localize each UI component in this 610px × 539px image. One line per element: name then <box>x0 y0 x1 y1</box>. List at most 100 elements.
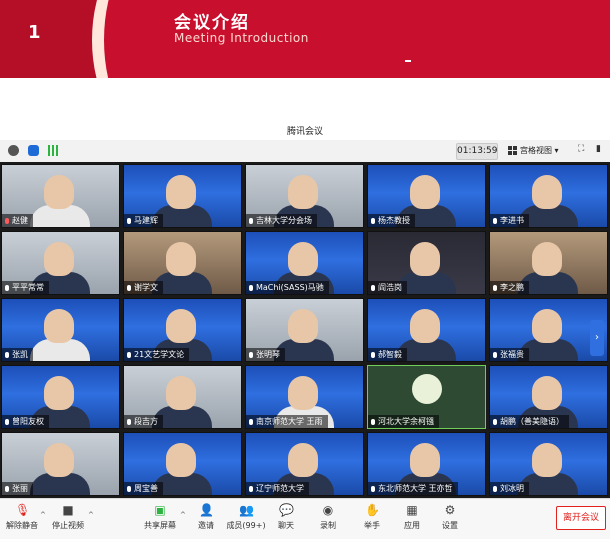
participant-name: 李之鹏 <box>490 281 529 294</box>
participant-face <box>410 443 440 477</box>
participant-tile[interactable]: 赵健 <box>1 164 120 228</box>
participant-tile[interactable]: 张明琴 <box>245 298 364 362</box>
shield-icon[interactable] <box>28 145 39 156</box>
stop-video-button[interactable]: ■ 停止视频 <box>46 503 90 531</box>
participant-name-label: 胡鹏（善美隐语） <box>500 417 564 426</box>
participant-name-label: 赵健 <box>12 216 28 225</box>
record-button[interactable]: ◉ 录制 <box>306 503 350 531</box>
participant-tile[interactable]: 李之鹏 <box>489 231 608 295</box>
participant-name-label: 河北大学余柯镪 <box>378 417 434 426</box>
mic-icon <box>371 419 375 425</box>
participant-face <box>44 175 74 209</box>
participant-name-label: 周宝善 <box>134 484 158 493</box>
mic-icon <box>493 352 497 358</box>
participant-tile[interactable]: 周宝善 <box>123 432 242 496</box>
participant-name-label: 杨杰教授 <box>378 216 410 225</box>
participant-tile[interactable]: 杨杰教授 <box>367 164 486 228</box>
apps-icon: ▦ <box>406 503 418 517</box>
audio-options-caret-icon[interactable]: ^ <box>40 511 46 519</box>
fullscreen-icon[interactable]: ⛶ <box>578 144 584 154</box>
participant-tile[interactable]: 吉林大学分会场 <box>245 164 364 228</box>
mic-icon <box>371 218 375 224</box>
participant-tile[interactable]: 河北大学余柯镪 <box>367 365 486 429</box>
participant-tile[interactable]: 辽宁师范大学 <box>245 432 364 496</box>
participant-name: 马建辉 <box>124 214 163 227</box>
participant-name: 曾阳友权 <box>2 415 49 428</box>
participant-name: 李进书 <box>490 214 529 227</box>
participant-face <box>410 242 440 276</box>
participant-name-label: 张凯 <box>12 350 28 359</box>
participant-face <box>166 376 196 410</box>
invite-icon: 👤 <box>199 503 214 517</box>
signal-icon[interactable] <box>48 145 58 156</box>
participant-name: 21文艺学文论 <box>124 348 190 361</box>
participant-tile[interactable]: 谢学文 <box>123 231 242 295</box>
raise-hand-label: 举手 <box>364 521 380 530</box>
mic-icon <box>493 218 497 224</box>
participant-tile[interactable]: 胡鹏（善美隐语） <box>489 365 608 429</box>
participant-face <box>532 443 562 477</box>
participant-name-label: 张福贵 <box>500 350 524 359</box>
participant-tile[interactable]: 刘冰明 <box>489 432 608 496</box>
invite-label: 邀请 <box>198 521 214 530</box>
members-label: 成员(99+) <box>226 521 266 530</box>
mic-icon <box>249 419 253 425</box>
participant-name: 张福贵 <box>490 348 529 361</box>
camera-icon: ■ <box>62 503 74 517</box>
participant-name-label: 曾阳友权 <box>12 417 44 426</box>
participant-tile[interactable]: MaChi(SASS)马驰 <box>245 231 364 295</box>
more-icon[interactable]: ▮ <box>596 144 601 154</box>
participant-name: 周宝善 <box>124 482 163 495</box>
participant-name-label: 刘冰明 <box>500 484 524 493</box>
participant-name: 郝智毅 <box>368 348 407 361</box>
settings-button[interactable]: ⚙ 设置 <box>428 503 472 531</box>
participant-name-label: 吉林大学分会场 <box>256 216 312 225</box>
participant-face <box>166 242 196 276</box>
info-icon[interactable] <box>8 145 19 156</box>
participant-tile[interactable]: 李进书 <box>489 164 608 228</box>
share-screen-icon: ▣ <box>154 503 166 517</box>
participant-tile[interactable]: 阎浩岗 <box>367 231 486 295</box>
invite-button[interactable]: 👤 邀请 <box>184 503 228 531</box>
participant-tile[interactable]: 曾阳友权 <box>1 365 120 429</box>
raise-hand-button[interactable]: ✋ 举手 <box>350 503 394 531</box>
chat-button[interactable]: 💬 聊天 <box>264 503 308 531</box>
participant-tile[interactable]: 张凯 <box>1 298 120 362</box>
mic-icon <box>371 486 375 492</box>
grid-view-button[interactable]: 宫格视图 ▾ <box>508 144 559 157</box>
unmute-button[interactable]: 🎙 解除静音 <box>0 503 44 531</box>
unmute-label: 解除静音 <box>6 521 38 530</box>
participant-face <box>410 175 440 209</box>
video-options-caret-icon[interactable]: ^ <box>88 511 94 519</box>
participant-name: 平平常常 <box>2 281 49 294</box>
participant-tile[interactable]: 平平常常 <box>1 231 120 295</box>
mic-muted-icon <box>5 218 9 224</box>
participant-tile[interactable]: 郝智毅 <box>367 298 486 362</box>
participant-tile[interactable]: 21文艺学文论 <box>123 298 242 362</box>
participant-name-label: 郝智毅 <box>378 350 402 359</box>
participant-tile[interactable]: 段吉方 <box>123 365 242 429</box>
mic-icon <box>127 486 131 492</box>
participant-tile[interactable]: 马建辉 <box>123 164 242 228</box>
next-page-arrow-icon[interactable]: › <box>590 320 604 356</box>
participant-name-label: 阎浩岗 <box>378 283 402 292</box>
slide-number: 1 <box>28 22 41 43</box>
participant-name-label: 马建辉 <box>134 216 158 225</box>
participant-tile[interactable]: 南京师范大学 王雨 <box>245 365 364 429</box>
share-screen-label: 共享屏幕 <box>144 521 176 530</box>
mic-icon <box>5 486 9 492</box>
participant-name-label: 谢学文 <box>134 283 158 292</box>
participant-name: 吉林大学分会场 <box>246 214 317 227</box>
share-screen-button[interactable]: ▣ 共享屏幕 <box>138 503 182 531</box>
participant-face <box>288 175 318 209</box>
mic-icon <box>493 419 497 425</box>
participant-tile[interactable]: 东北师范大学 王亦哲 <box>367 432 486 496</box>
mic-icon <box>493 486 497 492</box>
participant-face <box>532 242 562 276</box>
leave-meeting-button[interactable]: 离开会议 <box>556 506 606 530</box>
participant-name: 胡鹏（善美隐语） <box>490 415 569 428</box>
participant-name: 张凯 <box>2 348 33 361</box>
participant-tile[interactable]: 张丽 <box>1 432 120 496</box>
mic-icon <box>249 218 253 224</box>
members-button[interactable]: 👥 成员(99+) <box>224 503 268 531</box>
